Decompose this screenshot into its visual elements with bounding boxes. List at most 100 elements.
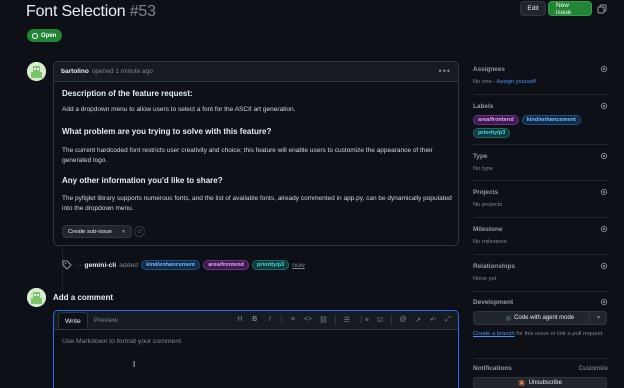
tab-preview[interactable]: Preview	[88, 312, 124, 329]
development-description: for this issue or link a pull request.	[514, 331, 604, 337]
sidebar-divider	[473, 180, 608, 181]
relationships-title: Relationships	[473, 263, 515, 270]
italic-icon[interactable]: I	[266, 316, 274, 323]
create-sub-issue-button[interactable]: Create sub-issue ▼	[62, 225, 132, 238]
sidebar-label-kind-enhancement[interactable]: kind/enhancement	[521, 115, 581, 125]
sidebar-divider	[473, 94, 608, 95]
labels-list: area/frontend kind/enhancement priority/…	[473, 115, 598, 138]
open-issue-icon	[32, 32, 38, 39]
gear-icon[interactable]	[600, 188, 608, 196]
issue-title-text: Font Selection	[26, 3, 126, 20]
milestone-value: No milestone	[473, 239, 507, 245]
link-icon[interactable]: ⛓	[319, 316, 328, 324]
code-with-agent-button[interactable]: ◎ Code with agent mode ▼	[473, 311, 607, 325]
reference-icon[interactable]: ↗	[414, 316, 422, 324]
avatar[interactable]	[27, 62, 46, 81]
relationships-value: None yet	[473, 276, 497, 282]
paragraph-other-info: The pyfiglet library supports numerous f…	[62, 195, 452, 212]
comment-editor[interactable]: Write Preview H B I ≡ <> ⛓ ☰ ⋮≡ ☑ @ ↗ ↶ …	[53, 310, 459, 388]
comment-textarea-placeholder[interactable]: Use Markdown to format your comment	[62, 338, 181, 345]
sidebar-divider	[473, 144, 608, 145]
sidebar-projects: Projects No projects	[473, 188, 608, 208]
label-area-frontend[interactable]: area/frontend	[203, 260, 249, 270]
fullscreen-icon[interactable]: ⤢	[444, 316, 452, 324]
heading-icon[interactable]: H	[236, 316, 244, 323]
copy-link-icon[interactable]	[597, 4, 607, 14]
unordered-list-icon[interactable]: ☰	[343, 316, 351, 324]
edit-button[interactable]: Edit	[520, 1, 546, 16]
customize-link[interactable]: Customize	[579, 365, 608, 372]
gear-icon[interactable]	[600, 65, 608, 73]
bell-slash-icon: 🔕	[518, 380, 526, 387]
heading-problem: What problem are you trying to solve wit…	[62, 127, 272, 136]
button-split-divider	[589, 312, 590, 324]
type-value: No type	[473, 166, 493, 172]
chevron-down-icon[interactable]: ▼	[596, 315, 601, 321]
sidebar-divider	[473, 217, 608, 218]
markdown-toolbar: H B I ≡ <> ⛓ ☰ ⋮≡ ☑ @ ↗ ↶ ⤢	[236, 315, 452, 324]
assign-yourself-link[interactable]: Assign yourself	[497, 79, 536, 85]
chevron-down-icon: ▼	[121, 228, 126, 235]
event-action: added	[119, 261, 139, 269]
create-sub-issue-label: Create sub-issue	[68, 228, 112, 235]
quote-icon[interactable]: ≡	[289, 316, 297, 323]
label-event: ◦ gemini-cli added kind/enhancement area…	[79, 260, 305, 270]
gear-icon[interactable]	[600, 225, 608, 233]
ordered-list-icon[interactable]: ⋮≡	[358, 316, 369, 324]
comment-meta: opened 1 minute ago	[91, 68, 153, 75]
sidebar-label-area-frontend[interactable]: area/frontend	[473, 115, 519, 125]
heading-other-info: Any other information you'd like to shar…	[62, 176, 223, 185]
tab-write[interactable]: Write	[58, 312, 88, 329]
gear-icon[interactable]	[600, 102, 608, 110]
add-comment-heading: Add a comment	[53, 293, 114, 302]
label-kind-enhancement[interactable]: kind/enhancement	[141, 260, 201, 270]
gear-icon[interactable]	[600, 152, 608, 160]
paragraph-problem: The current hardcoded font restricts use…	[62, 147, 433, 164]
toolbar-divider	[391, 315, 392, 324]
sidebar-relationships: Relationships None yet	[473, 262, 608, 282]
sidebar-divider	[473, 291, 608, 292]
comment-header: bartolino opened 1 minute ago	[54, 62, 458, 82]
sidebar-divider	[473, 254, 608, 255]
issue-title: Font Selection #53	[26, 3, 156, 21]
sidebar-divider	[473, 358, 608, 359]
issue-body-comment: bartolino opened 1 minute ago ••• Descri…	[53, 61, 459, 246]
heading-description: Description of the feature request:	[62, 89, 193, 98]
task-list-icon[interactable]: ☑	[376, 316, 384, 324]
event-actor[interactable]: gemini-cli	[84, 262, 116, 269]
gear-icon[interactable]	[600, 262, 608, 270]
sidebar-notifications: Notifications Customize 🔕 Unsubscribe	[473, 365, 608, 388]
gear-icon[interactable]	[600, 298, 608, 306]
mention-icon[interactable]: @	[399, 316, 407, 323]
new-issue-button[interactable]: New issue	[548, 1, 592, 16]
sidebar-label-priority-p3[interactable]: priority/p3	[473, 128, 511, 138]
tag-icon	[62, 260, 72, 270]
sidebar-development: Development ◎ Code with agent mode ▼ Cre…	[473, 298, 608, 338]
assignees-title: Assignees	[473, 66, 505, 73]
sidebar-type: Type No type	[473, 152, 608, 172]
type-title: Type	[473, 153, 488, 160]
sidebar-labels: Labels area/frontend kind/enhancement pr…	[473, 102, 608, 138]
paragraph-description: Add a dropdown menu to allow users to se…	[62, 106, 296, 113]
labels-title: Labels	[473, 103, 494, 110]
assignees-value: No one - Assign yourself	[473, 79, 608, 85]
bold-icon[interactable]: B	[251, 316, 259, 323]
event-time[interactable]: now	[292, 262, 304, 269]
create-branch-link[interactable]: Create a branch	[473, 331, 515, 337]
status-badge: Open	[27, 29, 63, 42]
toolbar-divider	[280, 315, 282, 324]
comment-author[interactable]: bartolino	[61, 68, 89, 75]
undo-icon[interactable]: ↶	[429, 316, 437, 324]
more-options-icon[interactable]: •••	[439, 67, 451, 76]
unsubscribe-label: Unsubscribe	[528, 380, 562, 386]
unsubscribe-button[interactable]: 🔕 Unsubscribe	[473, 377, 607, 388]
bot-icon: ◦	[79, 261, 82, 269]
code-with-agent-label: Code with agent mode	[514, 315, 575, 321]
add-reaction-icon[interactable]: ☺	[134, 226, 145, 237]
avatar-image	[27, 288, 46, 307]
sidebar-assignees: Assignees No one - Assign yourself	[473, 65, 608, 85]
sidebar-milestone: Milestone No milestone	[473, 225, 608, 245]
code-icon[interactable]: <>	[304, 316, 312, 323]
label-priority-p3[interactable]: priority/p3	[251, 260, 290, 270]
development-title: Development	[473, 299, 514, 306]
